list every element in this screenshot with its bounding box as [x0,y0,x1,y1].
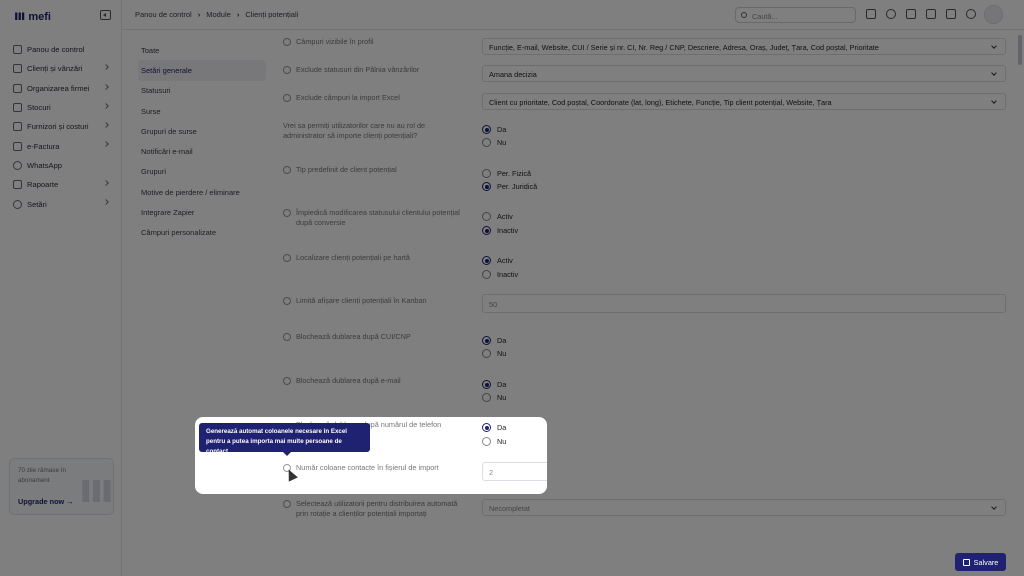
mouse-cursor-icon [285,468,297,481]
help-tooltip: Generează automat coloanele necesare în … [199,423,370,456]
radio-empty-icon [482,437,491,446]
radio-no[interactable]: Nu [482,437,506,446]
app: ııı mefi Panou de control Clienți și vân… [0,0,1024,576]
save-icon [962,558,970,566]
radio-yes[interactable]: Da [482,423,506,432]
save-button[interactable]: Salvare [955,553,1006,571]
save-label: Salvare [973,557,999,567]
contact-cols-input[interactable]: 2 [482,462,547,481]
contact-cols-label: Număr coloane contacte în fișierul de im… [283,463,463,473]
radio-selected-icon [482,423,491,432]
